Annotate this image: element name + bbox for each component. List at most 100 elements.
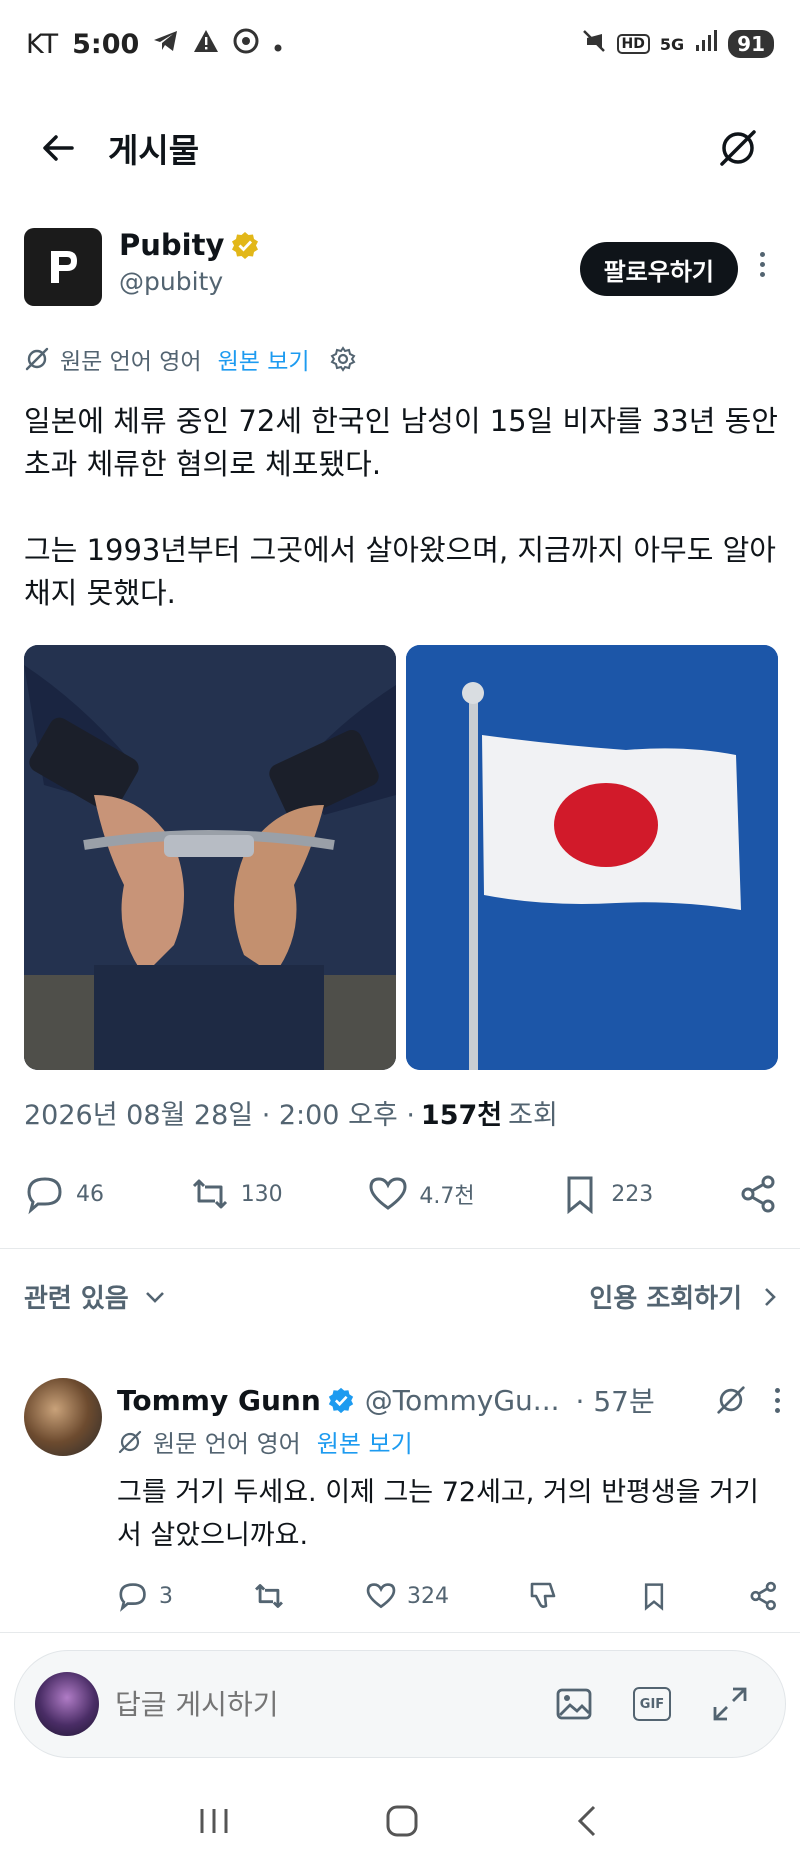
reply-action-bar: 3 324	[117, 1579, 780, 1613]
author-avatar[interactable]	[24, 228, 102, 306]
recent-apps-icon[interactable]	[196, 1805, 232, 1837]
reply-button[interactable]: 46	[24, 1173, 104, 1215]
grok-small-icon	[25, 347, 49, 371]
grok-button[interactable]	[708, 118, 768, 178]
gif-button[interactable]: GIF	[633, 1687, 671, 1721]
back-button[interactable]	[26, 116, 90, 180]
grok-small-icon[interactable]	[715, 1384, 747, 1416]
views-label: 조회	[508, 1100, 558, 1131]
translation-label: 원문 언어 영어	[60, 349, 202, 375]
more-dot-icon	[759, 262, 765, 267]
expand-icon[interactable]	[711, 1685, 749, 1723]
reply-count: 46	[76, 1181, 104, 1207]
translation-notice: 원문 언어 영어 원본 보기	[24, 342, 356, 376]
reply-text: 그를 거기 두세요. 이제 그는 72세고, 거의 반평생을 거기서 살았으니까…	[117, 1477, 759, 1551]
more-dot-icon	[759, 252, 765, 257]
clock: 5:00	[72, 28, 140, 60]
post-text: 일본에 체류 중인 72세 한국인 남성이 15일 비자를 33년 동안 초과 …	[24, 404, 778, 610]
view-quotes-label: 인용 조회하기	[589, 1284, 742, 1314]
post-action-bar: 46 130 4.7천 223	[24, 1162, 780, 1226]
reply-author-name[interactable]: Tommy Gunn	[117, 1384, 321, 1417]
notification-dot-icon	[273, 29, 283, 60]
reply-more-button[interactable]	[775, 1387, 780, 1413]
hd-badge: HD	[616, 34, 650, 54]
author-name[interactable]: Pubity	[119, 228, 224, 262]
reply-time: · 57분	[575, 1385, 655, 1418]
repost-count: 130	[240, 1181, 283, 1207]
post-timestamp: 2026년 08월 28일 · 2:00 오후 ·	[24, 1100, 415, 1131]
verified-blue-icon	[328, 1387, 353, 1414]
bookmark-icon	[567, 1176, 593, 1215]
view-original-link[interactable]: 원본 보기	[218, 342, 310, 376]
share-button[interactable]	[738, 1173, 780, 1215]
media-image-handcuffs[interactable]	[24, 645, 396, 1070]
media-image-japan-flag[interactable]	[406, 645, 778, 1070]
telegram-icon	[153, 29, 179, 60]
reply-author-handle: @TommyGu...	[364, 1383, 560, 1417]
reply-dislike-button[interactable]	[528, 1580, 560, 1612]
reply-bookmark-button[interactable]	[639, 1580, 669, 1612]
like-button[interactable]: 4.7천	[367, 1173, 475, 1215]
warning-icon	[193, 29, 219, 60]
post-author-row: Pubity @pubity 팔로우하기	[24, 228, 776, 318]
repost-icon	[255, 1584, 283, 1608]
reply-item[interactable]: Tommy Gunn @TommyGu... · 57분 원문 언어 영어 원본…	[24, 1378, 780, 1613]
home-icon[interactable]	[384, 1803, 420, 1839]
bookmark-count: 223	[611, 1181, 654, 1207]
reply-compose-bar: GIF	[14, 1650, 786, 1758]
user-avatar	[35, 1672, 99, 1736]
heart-icon	[369, 1177, 407, 1210]
reply-reply-button[interactable]: 3	[117, 1580, 173, 1612]
grok-icon	[720, 130, 756, 166]
system-nav-bar	[0, 1775, 800, 1867]
more-dot-icon	[775, 1387, 780, 1393]
more-dot-icon	[775, 1397, 780, 1403]
share-icon	[750, 1581, 776, 1611]
reply-share-button[interactable]	[748, 1580, 780, 1612]
bookmark-icon	[644, 1583, 664, 1611]
divider	[0, 1632, 800, 1633]
reply-like-count: 324	[407, 1583, 449, 1609]
repost-button[interactable]: 130	[189, 1173, 283, 1215]
reply-view-original-link[interactable]: 원본 보기	[317, 1424, 413, 1459]
gear-icon[interactable]	[330, 346, 356, 372]
more-dot-icon	[775, 1407, 780, 1413]
reply-avatar[interactable]	[24, 1378, 102, 1456]
reply-input[interactable]	[115, 1687, 445, 1721]
post-timestamp-row: 2026년 08월 28일 · 2:00 오후 · 157천 조회	[24, 1093, 558, 1132]
japan-flag-photo	[406, 645, 778, 1070]
battery-indicator: 91	[728, 30, 774, 58]
grok-small-icon	[118, 1430, 142, 1453]
follow-button[interactable]: 팔로우하기	[579, 242, 738, 296]
more-dot-icon	[759, 272, 765, 277]
reply-reply-count: 3	[159, 1583, 173, 1609]
app-header: 게시물	[0, 88, 800, 208]
more-options-button[interactable]	[748, 252, 776, 277]
divider	[0, 1248, 800, 1249]
back-nav-icon[interactable]	[572, 1803, 604, 1839]
related-label: 관련 있음	[24, 1284, 129, 1314]
related-row: 관련 있음 인용 조회하기	[24, 1278, 780, 1315]
reply-icon	[27, 1177, 62, 1215]
reply-like-button[interactable]: 324	[365, 1580, 449, 1612]
verified-gold-icon	[232, 232, 259, 259]
reply-translation-notice: 원문 언어 영어 원본 보기	[117, 1424, 780, 1459]
bookmark-button[interactable]: 223	[559, 1173, 653, 1215]
arrow-left-icon	[43, 135, 74, 161]
view-quotes-link[interactable]: 인용 조회하기	[589, 1278, 780, 1315]
page-title: 게시물	[108, 131, 200, 170]
author-handle: @pubity	[119, 267, 224, 296]
chrome-icon	[233, 28, 259, 61]
repost-icon	[192, 1179, 227, 1209]
image-icon[interactable]	[555, 1685, 593, 1723]
status-bar: KT 5:00 HD 5G 91	[0, 0, 800, 88]
mute-icon	[581, 28, 607, 61]
related-sort-dropdown[interactable]: 관련 있음	[24, 1278, 167, 1315]
views-count: 157천	[420, 1100, 503, 1131]
reply-repost-button[interactable]	[252, 1579, 286, 1613]
reply-icon	[119, 1583, 146, 1612]
reply-translation-label: 원문 언어 영어	[153, 1430, 301, 1458]
pubity-logo-icon	[51, 251, 77, 283]
like-count: 4.7천	[419, 1184, 475, 1209]
share-icon	[741, 1175, 775, 1213]
